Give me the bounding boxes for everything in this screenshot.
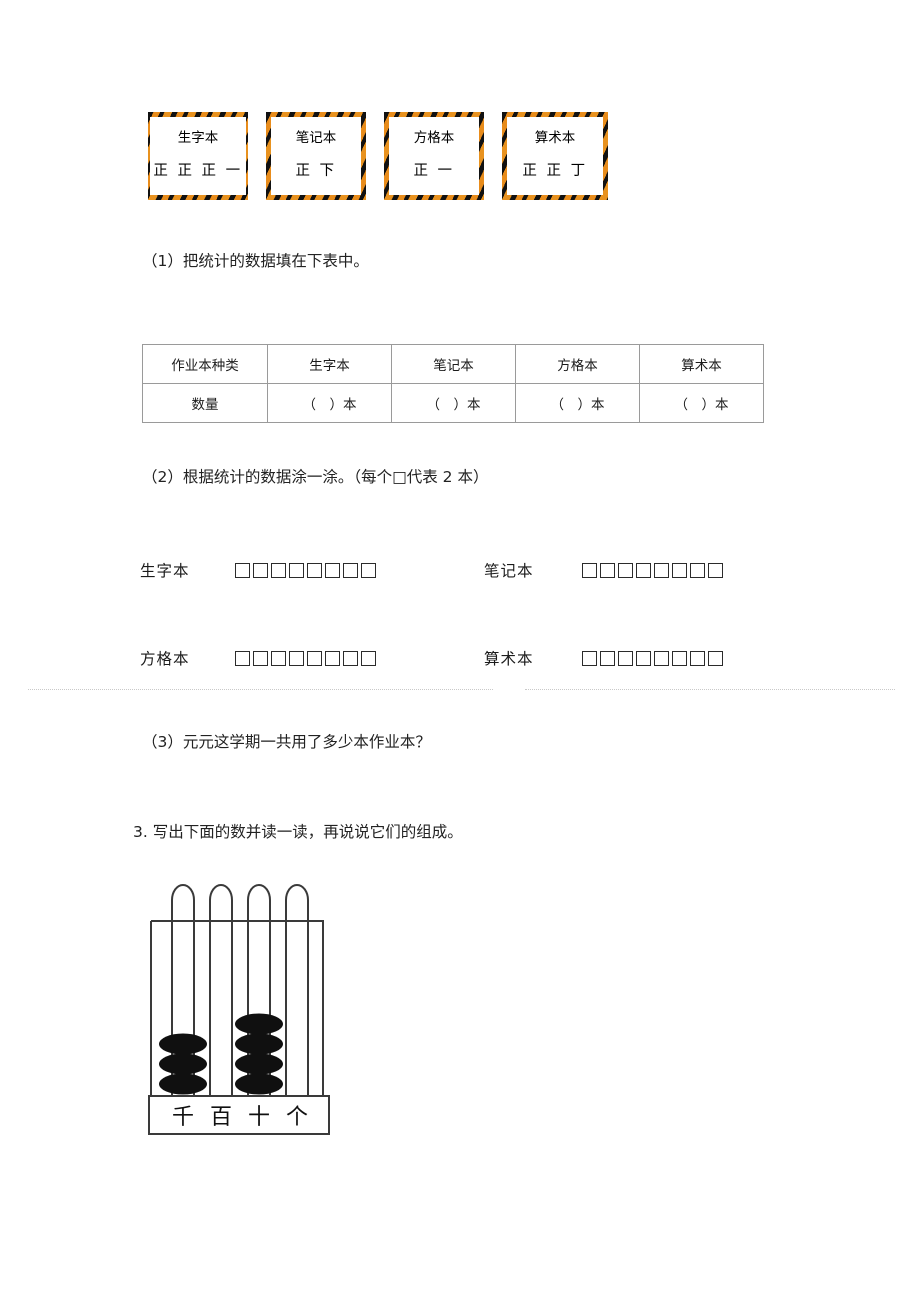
statistics-table: 作业本种类 生字本 笔记本 方格本 算术本 数量 （ ）本 （ ）本 （ ）本 … — [142, 344, 764, 423]
color-square[interactable] — [270, 650, 286, 666]
color-row-squares[interactable] — [234, 650, 376, 666]
color-square[interactable] — [270, 562, 286, 578]
table-header-cell: 作业本种类 — [142, 344, 268, 384]
question-1-text: （1）把统计的数据填在下表中。 — [142, 252, 369, 270]
color-square[interactable] — [252, 650, 268, 666]
table-answer-cell[interactable]: （ ）本 — [391, 383, 516, 423]
abacus-place-labels: 千 百 十 个 — [147, 1138, 148, 1139]
color-row-squares[interactable] — [581, 650, 723, 666]
tally-card-inner: 算术本 正 正 丁 — [507, 117, 603, 195]
color-square[interactable] — [707, 562, 723, 578]
color-row-label: 方格本 — [140, 650, 190, 668]
color-square[interactable] — [581, 650, 597, 666]
tally-card: 方格本 正 一 — [384, 112, 484, 200]
color-row-label: 笔记本 — [484, 562, 534, 580]
cut-line-right — [525, 689, 895, 692]
abacus-bead — [159, 1073, 207, 1095]
tally-card-marks: 正 正 丁 — [522, 162, 588, 179]
question-3-text: （3）元元这学期一共用了多少本作业本？ — [142, 733, 431, 751]
abacus-figure: 千百十个 千 百 十 个 — [147, 884, 342, 1138]
color-square[interactable] — [689, 562, 705, 578]
abacus-bead — [235, 1033, 283, 1055]
color-square[interactable] — [707, 650, 723, 666]
color-square[interactable] — [324, 562, 340, 578]
tally-card-marks: 正 一 — [413, 162, 455, 179]
color-square[interactable] — [635, 562, 651, 578]
color-square[interactable] — [617, 650, 633, 666]
tally-card-marks: 正 下 — [295, 162, 337, 179]
color-square[interactable] — [288, 562, 304, 578]
tally-card-inner: 生字本 正 正 正 一 — [150, 117, 246, 195]
color-square[interactable] — [306, 650, 322, 666]
table-header-cell: 笔记本 — [391, 344, 516, 384]
color-row-label: 生字本 — [140, 562, 190, 580]
color-square[interactable] — [635, 650, 651, 666]
tally-card-inner: 笔记本 正 下 — [271, 117, 361, 195]
color-square[interactable] — [653, 562, 669, 578]
color-square[interactable] — [252, 562, 268, 578]
color-square[interactable] — [306, 562, 322, 578]
color-square[interactable] — [689, 650, 705, 666]
color-square[interactable] — [342, 562, 358, 578]
question-4-text: 3. 写出下面的数并读一读，再说说它们的组成。 — [133, 823, 463, 841]
color-square[interactable] — [617, 562, 633, 578]
tally-card-title: 算术本 — [534, 130, 576, 146]
tally-card: 生字本 正 正 正 一 — [148, 112, 248, 200]
abacus-bead — [235, 1013, 283, 1035]
table-answer-cell[interactable]: （ ）本 — [639, 383, 764, 423]
abacus-place-label: 个 — [286, 1105, 308, 1130]
color-square[interactable] — [653, 650, 669, 666]
abacus-place-label: 百 — [210, 1105, 232, 1130]
abacus-place-label: 千 — [172, 1105, 194, 1130]
color-square[interactable] — [360, 562, 376, 578]
table-header-cell: 算术本 — [639, 344, 764, 384]
color-row-suanshu: 算术本 — [484, 647, 723, 669]
tally-card-title: 笔记本 — [295, 130, 337, 146]
tally-card-marks: 正 正 正 一 — [153, 162, 243, 179]
tally-card: 笔记本 正 下 — [266, 112, 366, 200]
abacus-bead — [235, 1073, 283, 1095]
tally-card-group: 生字本 正 正 正 一 笔记本 正 下 方格本 正 一 算术本 正 正 丁 — [148, 112, 608, 200]
color-square[interactable] — [581, 562, 597, 578]
color-square[interactable] — [360, 650, 376, 666]
abacus-svg: 千百十个 — [148, 884, 330, 1135]
color-square[interactable] — [671, 650, 687, 666]
worksheet-page: 生字本 正 正 正 一 笔记本 正 下 方格本 正 一 算术本 正 正 丁 （1… — [0, 0, 920, 1302]
abacus-bead — [235, 1053, 283, 1075]
tally-card-title: 生字本 — [177, 130, 219, 146]
tally-card: 算术本 正 正 丁 — [502, 112, 608, 200]
abacus-bead — [159, 1033, 207, 1055]
abacus-bead — [159, 1053, 207, 1075]
table-answer-cell[interactable]: （ ）本 — [267, 383, 392, 423]
table-row: 数量 （ ）本 （ ）本 （ ）本 （ ）本 — [142, 383, 764, 423]
tally-card-inner: 方格本 正 一 — [389, 117, 479, 195]
table-header-cell: 方格本 — [515, 344, 640, 384]
table-answer-cell[interactable]: （ ）本 — [515, 383, 640, 423]
color-row-label: 算术本 — [484, 650, 534, 668]
tally-card-title: 方格本 — [413, 130, 455, 146]
abacus-rod — [285, 884, 309, 1096]
color-square[interactable] — [234, 650, 250, 666]
abacus-place-label: 十 — [248, 1105, 270, 1130]
question-2-text: （2）根据统计的数据涂一涂。（每个□代表 2 本） — [142, 468, 489, 486]
color-square[interactable] — [599, 562, 615, 578]
color-row-squares[interactable] — [581, 562, 723, 578]
color-row-biji: 笔记本 — [484, 559, 723, 581]
table-row: 作业本种类 生字本 笔记本 方格本 算术本 — [142, 344, 764, 384]
color-square[interactable] — [324, 650, 340, 666]
table-row-label: 数量 — [142, 383, 268, 423]
color-square[interactable] — [671, 562, 687, 578]
color-row-shengzi: 生字本 — [140, 559, 376, 581]
cut-line-left — [28, 689, 493, 692]
table-header-cell: 生字本 — [267, 344, 392, 384]
color-row-fangge: 方格本 — [140, 647, 376, 669]
color-square[interactable] — [288, 650, 304, 666]
abacus-rod — [209, 884, 233, 1096]
color-square[interactable] — [234, 562, 250, 578]
color-square[interactable] — [342, 650, 358, 666]
color-row-squares[interactable] — [234, 562, 376, 578]
color-square[interactable] — [599, 650, 615, 666]
